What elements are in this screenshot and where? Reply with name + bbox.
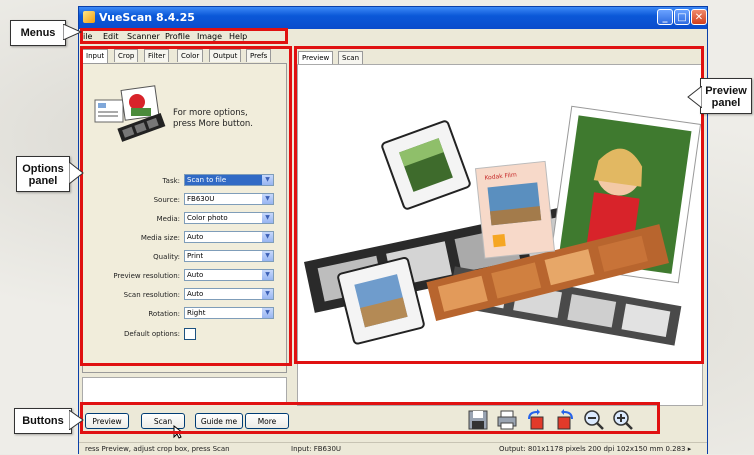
- options-panel-highlight: [80, 46, 292, 366]
- status-right: Output: 801x1178 pixels 200 dpi 102x150 …: [499, 445, 692, 453]
- maximize-icon[interactable]: □: [674, 9, 690, 25]
- buttons-highlight: [80, 402, 660, 434]
- callout-preview-line-2: panel: [711, 97, 741, 109]
- callout-options-panel: Options panel: [16, 156, 70, 192]
- menus-highlight: [80, 28, 288, 44]
- callout-options-line-2: panel: [28, 175, 58, 187]
- app-icon: [83, 11, 95, 23]
- options-lower-area: [82, 377, 287, 405]
- callout-options-line-1: Options: [22, 163, 64, 175]
- callout-options-pointer: [69, 162, 84, 184]
- callout-preview-panel: Preview panel: [700, 78, 752, 114]
- callout-preview-pointer: [687, 86, 702, 108]
- title-bar[interactable]: VueScan 8.4.25 _ □ ✕: [79, 7, 707, 29]
- callout-buttons-pointer: [69, 410, 84, 430]
- status-middle: Input: FB630U: [291, 445, 342, 453]
- preview-panel-highlight: [294, 46, 704, 364]
- callout-menus: Menus: [10, 20, 66, 46]
- status-bar: ress Preview, adjust crop box, press Sca…: [79, 442, 707, 455]
- callout-buttons-text: Buttons: [22, 415, 64, 427]
- minimize-icon[interactable]: _: [657, 9, 673, 25]
- status-left: ress Preview, adjust crop box, press Sca…: [85, 445, 230, 453]
- window-title: VueScan 8.4.25: [99, 11, 195, 24]
- callout-menus-pointer: [63, 24, 83, 40]
- callout-buttons: Buttons: [14, 408, 72, 434]
- close-icon[interactable]: ✕: [691, 9, 707, 25]
- callout-menus-text: Menus: [20, 27, 56, 39]
- callout-preview-line-1: Preview: [705, 85, 747, 97]
